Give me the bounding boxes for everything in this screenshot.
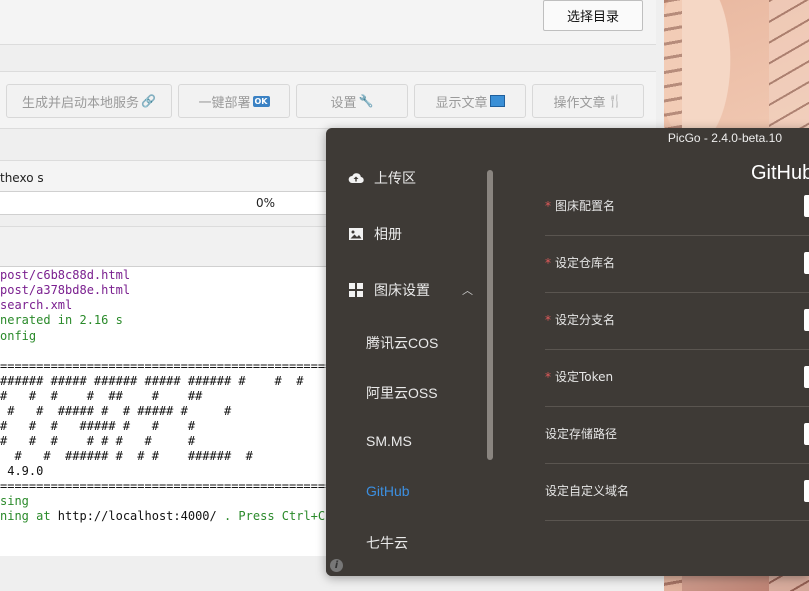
console-rule: ========================================… [0,479,330,493]
deploy-label: 一键部署 [198,95,251,111]
fork-knife-icon: 🍴 [607,94,623,108]
path-input[interactable] [804,423,809,445]
nav-upload[interactable]: 上传区 [348,168,416,188]
github-settings-panel: GitHub * 图床配置名 * 设定仓库名 * 设定分支名 * 设定Token 设定存… [498,148,809,576]
settings-label: 设置 [330,95,357,111]
nav-bed-settings-label: 图床设置 [374,283,430,299]
cloud-upload-icon [348,173,364,184]
nav-album[interactable]: 相册 [348,224,402,244]
field-label-text: 设定仓库名 [555,256,616,270]
progress-bar: 0% [0,191,330,215]
start-local-server-label: 生成并启动本地服务 [22,95,140,111]
required-mark: * [545,199,551,213]
token-input[interactable] [804,366,809,388]
field-label: * 设定分支名 [545,311,615,328]
console-line: search.xml [0,298,73,312]
field-label: * 图床配置名 [545,197,615,214]
field-label: 设定存储路径 [545,427,618,441]
ok-icon: OK [252,95,270,107]
console-ascii-art: # # ##### # # ##### # # [0,404,232,418]
field-label-text: 设定分支名 [555,313,616,327]
form-row-path: 设定存储路径 [545,406,809,464]
wrench-icon: 🔧 [358,94,374,108]
window-title: PicGo - 2.4.0-beta.10 [667,131,782,145]
image-icon [349,228,363,240]
sidebar-scrollbar[interactable] [487,170,493,460]
nav-album-label: 相册 [374,227,402,243]
console-ascii-art: # # # # ## # ## [0,389,203,403]
localhost-link[interactable]: http://localhost:4000/ [58,509,217,523]
nav-sub-tencent-cos[interactable]: 腾讯云COS [366,333,438,353]
console-output: post/c6b8c88d.html post/a378bd8e.html se… [0,266,330,557]
repo-input[interactable] [804,252,809,274]
form-row-custom-domain: 设定自定义域名 [545,463,809,521]
console-rule: ========================================… [0,359,330,373]
nav-upload-label: 上传区 [374,171,416,187]
picgo-window: PicGo - 2.4.0-beta.10 上传区 相册 图床设置 ︿ 腾讯云C… [326,128,809,576]
grid-icon [349,283,363,297]
nav-sub-smms[interactable]: SM.MS [366,433,412,449]
choose-directory-button[interactable]: 选择目录 [543,0,643,31]
nav-sub-github[interactable]: GitHub [366,483,410,499]
nav-sub-qiniu[interactable]: 七牛云 [366,533,408,553]
required-mark: * [545,313,551,327]
console-line: onfig [0,329,37,343]
one-click-deploy-button[interactable]: 一键部署 OK [178,84,290,118]
form-row-token: * 设定Token [545,349,809,407]
field-label: * 设定Token [545,368,613,385]
console-line: ning at http://localhost:4000/ . Press C… [0,509,330,525]
show-article-button[interactable]: 显示文章 [414,84,526,118]
config-name-input[interactable] [804,195,809,217]
nav-sub-aliyun-oss[interactable]: 阿里云OSS [366,383,438,403]
form-row-repo: * 设定仓库名 [545,235,809,293]
branch-input[interactable] [804,309,809,331]
article-ops-button[interactable]: 操作文章 🍴 [532,84,644,118]
command-bar: thexo s [0,160,330,191]
action-toolbar: 生成并启动本地服务 🔗 一键部署 OK 设置 🔧 显示文章 操作文章 🍴 [0,71,656,129]
console-line: post/c6b8c88d.html [0,268,131,282]
console-ascii-art: # # # # # # # # [0,434,196,448]
spacer-panel [0,226,330,267]
command-text: thexo s [0,171,44,185]
picgo-sidebar: 上传区 相册 图床设置 ︿ 腾讯云COS 阿里云OSS SM.MS GitHub… [326,148,496,576]
start-local-server-button[interactable]: 生成并启动本地服务 🔗 [6,84,172,118]
console-line: nerated in 2.16 s [0,313,123,327]
show-article-label: 显示文章 [435,95,488,111]
nav-bed-settings[interactable]: 图床设置 [348,280,430,300]
console-running-prefix: ning at [0,509,58,523]
console-running-suffix: . Press Ctrl+C to stop. [223,509,326,523]
progress-value: 0% [256,196,276,210]
console-ascii-art: ###### ##### ###### ##### ###### # # # [0,374,304,388]
directory-panel: 选择目录 [0,0,656,45]
console-line: sing [0,494,29,508]
field-label: 设定自定义域名 [545,484,630,498]
field-label-text: 图床配置名 [555,199,616,213]
field-label-text: 设定Token [555,370,614,384]
required-mark: * [545,370,551,384]
info-icon[interactable]: i [330,559,343,572]
form-row-branch: * 设定分支名 [545,292,809,350]
console-ascii-art: # # ###### # # # ###### # [0,449,253,463]
console-ascii-art: # # # ##### # # # [0,419,196,433]
monitor-icon [489,95,505,107]
link-icon: 🔗 [141,94,156,108]
form-row-config-name: * 图床配置名 [545,178,809,236]
bottom-bar [0,556,330,591]
chevron-up-icon[interactable]: ︿ [462,282,473,298]
field-label: * 设定仓库名 [545,254,615,271]
console-line: post/a378bd8e.html [0,283,131,297]
article-ops-label: 操作文章 [553,95,606,111]
settings-button[interactable]: 设置 🔧 [296,84,408,118]
custom-domain-input[interactable] [804,480,809,502]
console-version: 4.9.0 [0,464,44,478]
required-mark: * [545,256,551,270]
